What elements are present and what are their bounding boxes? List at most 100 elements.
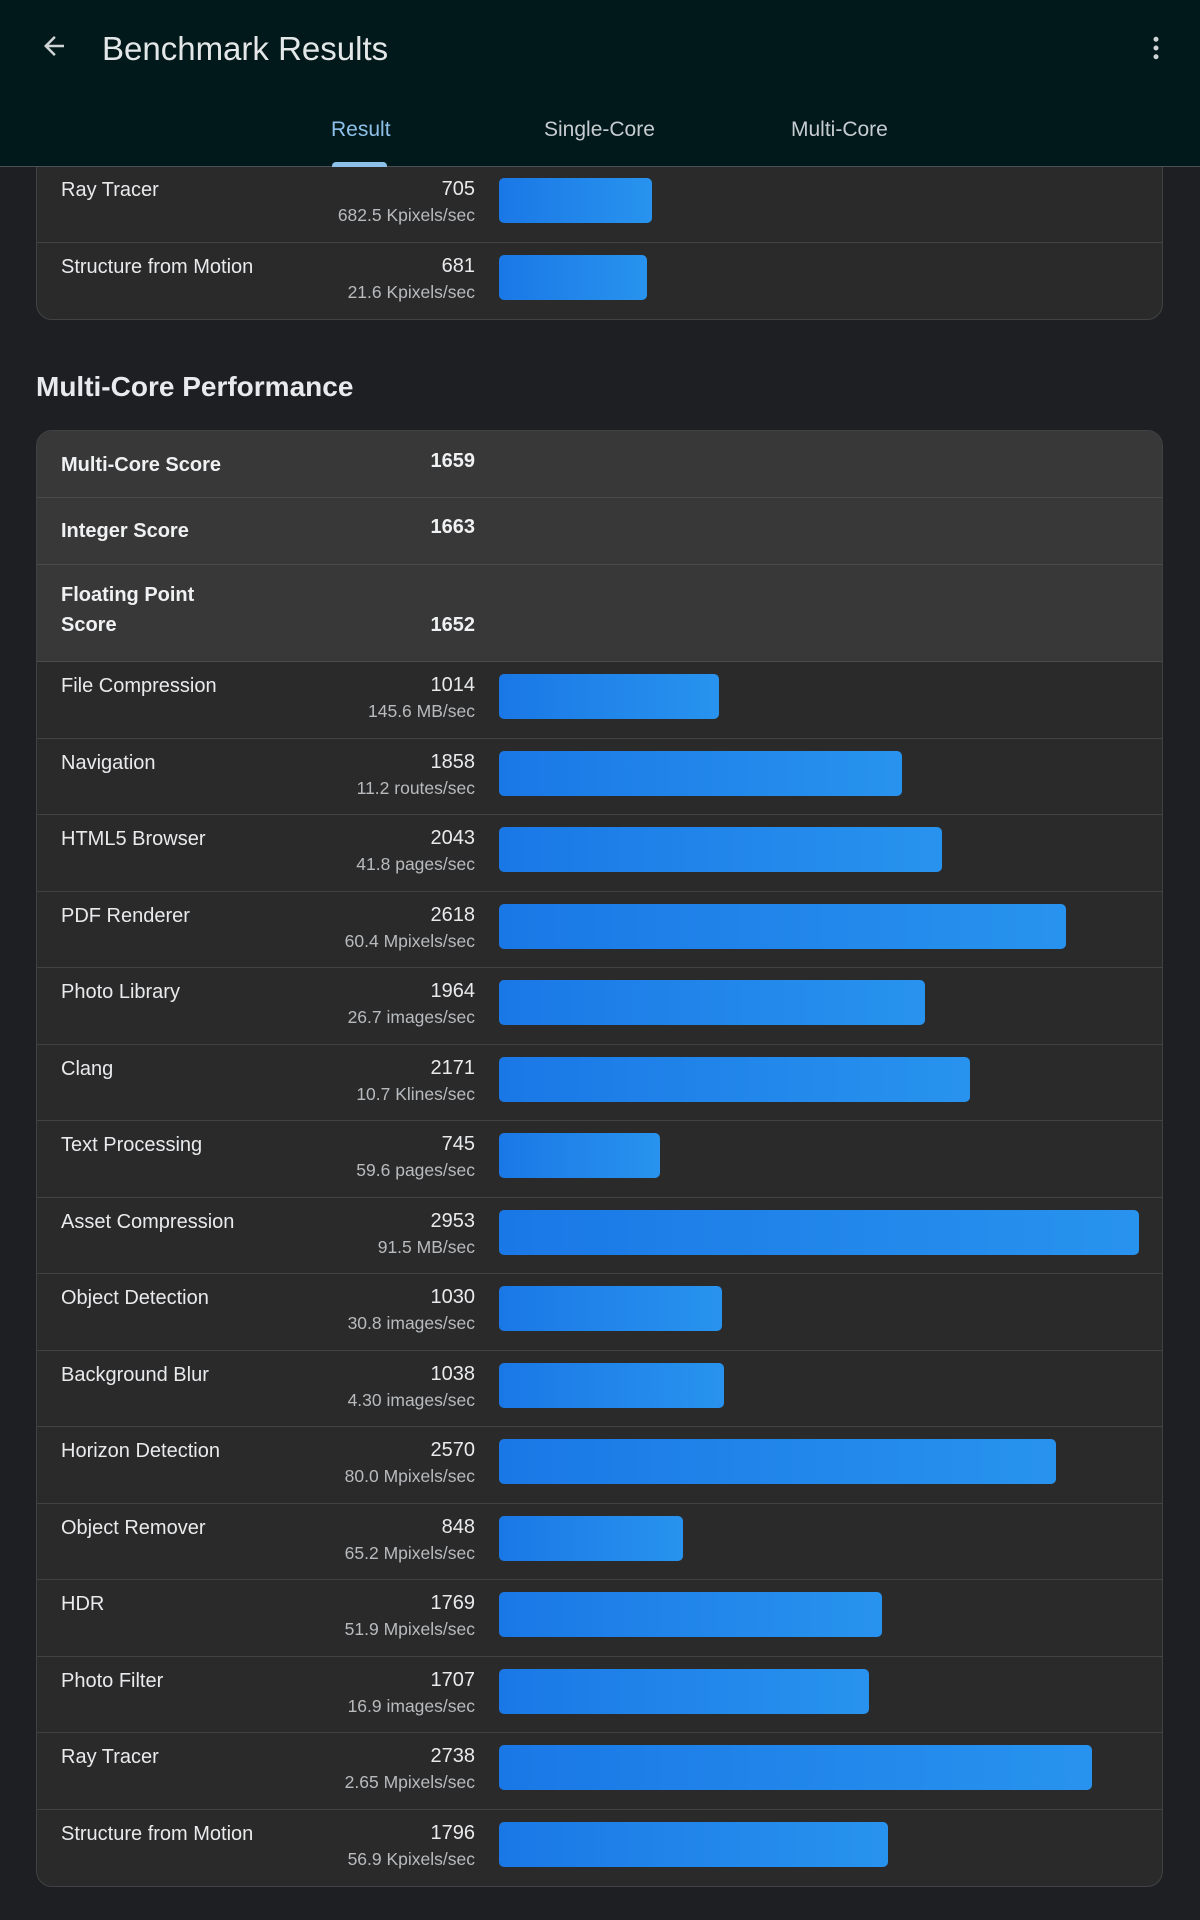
score-bar [499,750,902,796]
page-title: Benchmark Results [102,30,389,67]
benchmark-name: Text Processing [61,1134,203,1156]
benchmark-score: 681 [441,254,475,277]
benchmark-row: Ray Tracer 2738 2.65 Mpixels/sec [37,1733,1162,1810]
benchmark-throughput: 51.9 Mpixels/sec [344,1619,475,1639]
score-bar [499,980,925,1025]
multi-core-rows: File Compression 1014 145.6 MB/sec Navigati… [37,662,1162,1886]
benchmark-throughput: 41.8 pages/sec [356,854,475,874]
score-bar [499,1362,724,1408]
benchmark-score: 1707 [430,1668,476,1691]
score-bar [499,1439,1056,1484]
benchmark-row: Ray Tracer 705 682.5 Kpixels/sec [37,166,1162,243]
summary-label: Multi-Core Score [61,454,222,476]
benchmark-throughput: 59.6 pages/sec [356,1160,475,1180]
summary-row-multi-core-score: Multi-Core Score 1659 [37,431,1162,498]
score-bar [499,1668,869,1714]
arrow-back-icon [44,36,64,56]
tab-multi-core[interactable]: Multi-Core [791,118,888,142]
benchmark-name: PDF Renderer [61,904,190,927]
back-button[interactable] [30,22,78,70]
benchmark-score: 848 [441,1515,475,1538]
benchmark-throughput: 11.2 routes/sec [356,777,475,798]
more-vert-icon [1153,36,1159,60]
benchmark-row: Asset Compression 2953 91.5 MB/sec [37,1198,1162,1274]
benchmark-name: Object Detection [61,1287,209,1309]
benchmark-throughput: 16.9 images/sec [347,1695,475,1716]
benchmark-score: 1030 [430,1286,476,1308]
section-title-multi-core: Multi-Core Performance [36,371,354,402]
benchmark-row: Structure from Motion 1796 56.9 Kpixels/se… [37,1810,1162,1887]
benchmark-score: 1964 [430,980,476,1002]
single-core-card: Ray Tracer 705 682.5 Kpixels/sec Structure … [36,165,1163,320]
benchmark-row: File Compression 1014 145.6 MB/sec [37,662,1162,739]
benchmark-throughput: 4.30 images/sec [347,1389,475,1410]
benchmark-throughput: 60.4 Mpixels/sec [344,930,475,951]
score-bar [499,254,647,300]
benchmark-name: Clang [61,1057,114,1080]
benchmark-name: HTML5 Browser [61,828,206,850]
benchmark-name: Horizon Detection [61,1440,220,1462]
benchmark-name: Ray Tracer [61,179,159,201]
benchmark-name: Structure from Motion [61,255,254,278]
benchmark-score: 1796 [430,1821,476,1844]
summary-score: 1659 [430,450,476,472]
benchmark-score: 2043 [430,827,476,849]
benchmark-name: Navigation [61,751,156,774]
summary-label: Integer Score [61,520,189,542]
score-bar [499,1592,882,1637]
score-bar [499,903,1066,949]
score-bar [499,1209,1139,1255]
score-bar [499,1133,660,1178]
benchmark-throughput: 10.7 Klines/sec [356,1083,475,1104]
benchmark-row: Structure from Motion 681 21.6 Kpixels/sec [37,243,1162,320]
benchmark-row: Object Remover 848 65.2 Mpixels/sec [37,1504,1162,1580]
benchmark-throughput: 65.2 Mpixels/sec [344,1542,475,1563]
benchmark-throughput: 682.5 Kpixels/sec [337,205,475,225]
benchmark-throughput: 2.65 Mpixels/sec [344,1772,475,1792]
benchmark-score: 2738 [430,1745,476,1767]
benchmark-row: HTML5 Browser 2043 41.8 pages/sec [37,815,1162,892]
benchmark-throughput: 21.6 Kpixels/sec [347,281,475,302]
score-bar [499,178,652,223]
benchmark-row: HDR 1769 51.9 Mpixels/sec [37,1580,1162,1657]
more-options-button[interactable] [1132,24,1180,72]
tab-single-core[interactable]: Single-Core [544,118,655,142]
benchmark-score: 705 [441,178,475,200]
benchmark-row: Photo Library 1964 26.7 images/sec [37,968,1162,1045]
benchmark-score: 1038 [430,1362,476,1385]
benchmark-score: 2171 [430,1056,476,1079]
benchmark-name: Background Blur [61,1363,209,1386]
benchmark-name: File Compression [61,675,217,697]
benchmark-row: Horizon Detection 2570 80.0 Mpixels/sec [37,1427,1162,1504]
multi-core-card: Multi-Core Score 1659 Integer Score 1663… [36,430,1163,1887]
benchmark-score: 1014 [430,674,476,696]
tab-indicator [332,162,387,167]
benchmark-row: Object Detection 1030 30.8 images/sec [37,1274,1162,1351]
benchmark-throughput: 56.9 Kpixels/sec [347,1848,475,1869]
score-bar [499,674,719,719]
benchmark-row: Clang 2171 10.7 Klines/sec [37,1045,1162,1121]
benchmark-throughput: 145.6 MB/sec [368,701,475,721]
benchmark-row: PDF Renderer 2618 60.4 Mpixels/sec [37,892,1162,968]
summary-label: Floating Point Score [61,584,195,636]
benchmark-name: Ray Tracer [61,1746,159,1768]
benchmark-score: 2953 [430,1209,476,1232]
benchmark-row: Navigation 1858 11.2 routes/sec [37,739,1162,815]
tab-result[interactable]: Result [331,118,391,142]
benchmark-name: Structure from Motion [61,1822,254,1845]
benchmark-score: 1858 [430,750,476,773]
score-bar [499,827,942,872]
benchmark-score: 1769 [430,1592,476,1614]
summary-score: 1652 [430,614,476,636]
benchmark-row: Text Processing 745 59.6 pages/sec [37,1121,1162,1198]
benchmark-score: 2618 [430,903,476,926]
app-bar: Benchmark Results Result Single-Core Mul… [0,0,1200,167]
benchmark-throughput: 30.8 images/sec [347,1313,475,1333]
benchmark-score: 2570 [430,1439,476,1461]
score-bar [499,1821,888,1867]
benchmark-row: Photo Filter 1707 16.9 images/sec [37,1657,1162,1733]
benchmark-row: Background Blur 1038 4.30 images/sec [37,1351,1162,1427]
score-bar [499,1056,970,1102]
benchmark-name: Object Remover [61,1516,206,1539]
score-bar [499,1286,722,1331]
